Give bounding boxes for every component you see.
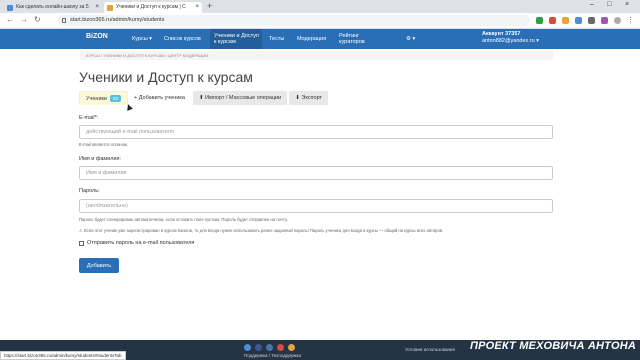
browser-tab-title: Ученики и Доступ к курсам | С (116, 4, 186, 10)
vk-icon[interactable] (266, 344, 273, 351)
account-menu[interactable]: Аккаунт 37357 anton882@yandex.ru ▾ (482, 31, 539, 45)
back-arrow-icon[interactable]: ← (6, 15, 14, 24)
extension-icon[interactable] (536, 17, 543, 24)
tab-students[interactable]: Ученики 93 (79, 91, 129, 105)
extension-icon[interactable] (588, 17, 595, 24)
nav-moderation[interactable]: Модерация (294, 29, 330, 49)
email-field[interactable] (79, 125, 553, 139)
nav-students-access[interactable]: Ученики и Доступ к курсам (210, 29, 262, 49)
students-count-badge: 93 (110, 95, 122, 102)
account-email: anton882@yandex.ru ▾ (482, 38, 539, 44)
tab-students-label: Ученики (86, 96, 108, 102)
profile-avatar-icon[interactable] (614, 17, 621, 24)
nav-curator-rating[interactable]: Рейтинг кураторов (336, 29, 376, 49)
forward-arrow-icon[interactable]: → (20, 15, 28, 24)
extension-icon[interactable] (549, 17, 556, 24)
close-window-button[interactable]: × (625, 1, 629, 8)
nav-courses[interactable]: Курсы ▾ (130, 29, 156, 49)
youtube-icon[interactable] (277, 344, 284, 351)
url-text: start.bizon365.ru/admin/kursy/students (70, 17, 165, 23)
name-field[interactable] (79, 166, 553, 180)
social-links (244, 344, 295, 351)
name-label: Имя и фамилия: (79, 156, 122, 162)
close-tab-icon[interactable]: × (195, 2, 199, 13)
email-help-text: E-mail является логином. (79, 142, 129, 147)
send-password-checkbox[interactable] (79, 241, 84, 246)
account-number: Аккаунт 37357 (482, 31, 521, 37)
nav-course-list[interactable]: Список курсов (160, 29, 206, 49)
browser-tab-active[interactable]: Ученики и Доступ к курсам | С × (104, 2, 202, 13)
email-label: E-mail*: (79, 115, 99, 121)
footer-support-link[interactable]: Поддержка / Техподдержка (244, 353, 301, 358)
extension-icon[interactable] (575, 17, 582, 24)
browser-tab-inactive[interactable]: Как сделать онлайн-школу за 5 × (4, 2, 102, 13)
minimize-button[interactable]: – (590, 1, 594, 8)
footer-terms-link[interactable]: Условия использования (405, 347, 455, 352)
ok-icon[interactable] (288, 344, 295, 351)
site-favicon-icon (107, 5, 113, 11)
extension-icon[interactable] (601, 17, 608, 24)
menu-dots-icon[interactable]: ⋮ (627, 17, 634, 24)
channel-watermark: ПРОЕКТ МЕХОВИЧА АНТОНА (469, 340, 636, 352)
facebook-icon[interactable] (255, 344, 262, 351)
add-student-button[interactable]: Добавить (79, 258, 119, 273)
maximize-button[interactable]: □ (607, 1, 611, 8)
password-field[interactable] (79, 199, 553, 213)
extension-icon[interactable] (562, 17, 569, 24)
browser-tab-title: Как сделать онлайн-школу за 5 (16, 4, 89, 10)
send-password-label[interactable]: Отправить пароль на e-mail пользователя (87, 240, 194, 246)
tab-add-student[interactable]: + Добавить ученика (128, 91, 191, 105)
telegram-icon[interactable] (244, 344, 251, 351)
address-bar-row: ← → ↻ start.bizon365.ru/admin/kursy/stud… (0, 13, 640, 29)
nav-tests[interactable]: Тесты (266, 29, 290, 49)
browser-tab-strip: Как сделать онлайн-школу за 5 × Ученики … (0, 0, 640, 13)
page-title: Ученики и Доступ к курсам (79, 69, 253, 85)
password-label: Пароль: (79, 188, 100, 194)
status-bar-url: https://start.bizon365.ru/admin/kursy/st… (0, 351, 126, 360)
password-help-text: Пароль будет сгенерирован автоматически,… (79, 217, 288, 222)
site-favicon-icon (7, 5, 13, 11)
tab-export[interactable]: ⬇ Экспорт (289, 91, 329, 105)
new-tab-button[interactable]: + (207, 1, 212, 11)
close-tab-icon[interactable]: × (95, 2, 99, 13)
bizon-logo[interactable]: BiZON (86, 33, 122, 45)
reload-icon[interactable]: ↻ (34, 15, 41, 24)
page-tabs: Ученики 93 + Добавить ученика ⬆ Импорт / … (79, 91, 329, 105)
breadcrumb[interactable]: КУРСЫ / УЧЕНИКИ И ДОСТУП К КУРСАМ / ЦЕНТ… (80, 51, 553, 60)
url-field[interactable]: start.bizon365.ru/admin/kursy/students (58, 15, 530, 26)
warning-text: ⚠ Если этот ученик уже зарегистрирован в… (79, 228, 444, 233)
tab-import[interactable]: ⬆ Импорт / Массовые операции (192, 91, 288, 105)
extension-icons: ⋮ (536, 17, 634, 24)
settings-dropdown[interactable]: ⚙ ▾ (406, 29, 424, 49)
lock-icon (62, 18, 66, 23)
